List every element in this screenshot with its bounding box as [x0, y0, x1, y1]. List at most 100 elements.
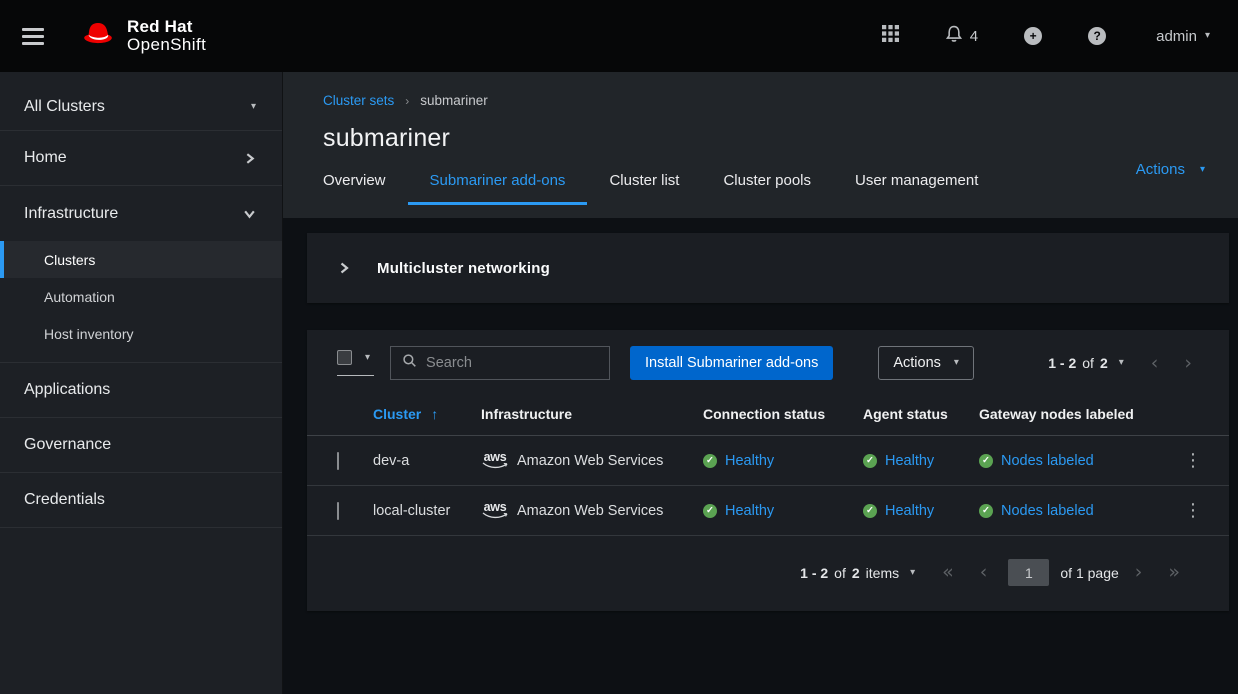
tab-user-management[interactable]: User management [833, 172, 1000, 205]
app-launcher-grid-icon [882, 25, 899, 47]
pagination-range: 1 - 2 [1048, 355, 1076, 371]
gateway-nodes-link[interactable]: Nodes labeled [1001, 503, 1094, 519]
create-resource-button[interactable]: + [1018, 21, 1048, 51]
cluster-name: local-cluster [373, 503, 450, 519]
next-page-icon[interactable]: › [1171, 354, 1205, 373]
sidebar-nav: All Clusters ▾ Home Infrastructure Clust… [0, 72, 283, 694]
page-actions-dropdown[interactable]: Actions ▾ [1136, 161, 1205, 178]
submariner-addons-card: ▾ Install Submariner add-ons Actions ▾ [307, 330, 1229, 611]
sidebar-item-governance[interactable]: Governance [0, 418, 282, 473]
masthead: Red Hat OpenShift 4 [0, 0, 1238, 72]
infrastructure-subnav: Clusters Automation Host inventory [0, 241, 282, 363]
table-row: dev-a aws Amazon Web Services [307, 436, 1229, 486]
sidebar-item-label: Credentials [24, 491, 105, 509]
redhat-openshift-logo: Red Hat OpenShift [78, 18, 206, 54]
user-menu-dropdown[interactable]: admin ▾ [1156, 28, 1210, 45]
multicluster-networking-expandable[interactable]: Multicluster networking [307, 233, 1229, 303]
sidebar-item-home[interactable]: Home [0, 131, 282, 186]
agent-status-link[interactable]: Healthy [885, 453, 934, 469]
last-page-icon[interactable]: » [1155, 563, 1193, 582]
infrastructure-provider: Amazon Web Services [517, 453, 663, 469]
pagination-of-label: of [834, 565, 846, 581]
help-button[interactable]: ? [1082, 21, 1112, 51]
user-menu-label: admin [1156, 28, 1197, 45]
breadcrumb: Cluster sets › submariner [323, 93, 1238, 108]
select-all-checkbox[interactable] [337, 350, 352, 365]
search-input[interactable] [426, 355, 613, 371]
sidebar-item-clusters[interactable]: Clusters [0, 241, 282, 278]
next-page-icon[interactable]: › [1122, 563, 1156, 582]
aws-logo-icon: aws [481, 502, 509, 519]
caret-down-icon: ▾ [1200, 165, 1205, 175]
plus-circle-icon: + [1024, 27, 1042, 45]
healthy-check-icon: ✓ [703, 454, 717, 468]
caret-down-icon: ▾ [954, 358, 959, 368]
tab-cluster-list[interactable]: Cluster list [587, 172, 701, 205]
column-header-infrastructure: Infrastructure [481, 392, 703, 436]
healthy-check-icon: ✓ [863, 454, 877, 468]
aws-logo-icon: aws [481, 452, 509, 469]
bulk-select-dropdown[interactable]: ▾ [337, 350, 374, 376]
caret-down-icon[interactable]: ▾ [1119, 358, 1124, 368]
caret-down-icon[interactable]: ▾ [910, 568, 915, 578]
page-actions-label: Actions [1136, 161, 1185, 178]
sidebar-item-automation[interactable]: Automation [0, 278, 282, 315]
row-checkbox[interactable] [337, 502, 339, 520]
tab-bar: Overview Submariner add-ons Cluster list… [323, 172, 1238, 205]
nav-toggle-hamburger-icon[interactable] [18, 24, 48, 49]
breadcrumb-current: submariner [420, 93, 488, 108]
column-label: Connection status [703, 406, 825, 422]
gateway-nodes-link[interactable]: Nodes labeled [1001, 453, 1094, 469]
sidebar-item-host-inventory[interactable]: Host inventory [0, 315, 282, 352]
sidebar-item-applications[interactable]: Applications [0, 363, 282, 418]
install-submariner-addons-button[interactable]: Install Submariner add-ons [630, 346, 833, 380]
pagination-total: 2 [1100, 355, 1108, 371]
chevron-down-icon [243, 207, 256, 220]
cluster-scope-selector[interactable]: All Clusters ▾ [0, 84, 282, 131]
healthy-check-icon: ✓ [979, 504, 993, 518]
tab-cluster-pools[interactable]: Cluster pools [701, 172, 833, 205]
previous-page-icon[interactable]: ‹ [1138, 354, 1172, 373]
agent-status-link[interactable]: Healthy [885, 503, 934, 519]
sidebar-item-label: Home [24, 149, 67, 167]
main-area: Cluster sets › submariner submariner Act… [283, 72, 1238, 694]
pagination-of-label: of [1082, 355, 1094, 371]
row-kebab-menu-icon[interactable]: ⋮ [1165, 436, 1229, 486]
previous-page-icon[interactable]: ‹ [967, 563, 1001, 582]
question-circle-icon: ? [1088, 27, 1106, 45]
column-header-gateway-nodes: Gateway nodes labeled [979, 392, 1165, 436]
tab-submariner-add-ons[interactable]: Submariner add-ons [408, 172, 588, 205]
infrastructure-provider: Amazon Web Services [517, 503, 663, 519]
column-header-agent-status: Agent status [863, 392, 979, 436]
page-header: Cluster sets › submariner submariner Act… [283, 72, 1238, 218]
app-launcher-button[interactable] [876, 19, 905, 53]
tab-label: User management [855, 172, 978, 189]
chevron-right-icon [338, 261, 350, 275]
sidebar-item-label: Infrastructure [24, 205, 118, 223]
healthy-check-icon: ✓ [703, 504, 717, 518]
tab-overview[interactable]: Overview [323, 172, 408, 205]
sidebar-item-infrastructure[interactable]: Infrastructure [0, 186, 282, 241]
row-checkbox[interactable] [337, 452, 339, 470]
row-kebab-menu-icon[interactable]: ⋮ [1165, 486, 1229, 536]
column-header-connection-status: Connection status [703, 392, 863, 436]
current-page-input[interactable] [1008, 559, 1049, 586]
notification-count: 4 [970, 28, 978, 45]
breadcrumb-cluster-sets-link[interactable]: Cluster sets [323, 93, 394, 108]
column-header-cluster-sortable[interactable]: Cluster↑ [373, 392, 481, 436]
healthy-check-icon: ✓ [979, 454, 993, 468]
page-of-label: of 1 page [1060, 565, 1118, 581]
sidebar-item-label: Host inventory [44, 326, 133, 342]
table-actions-dropdown[interactable]: Actions ▾ [878, 346, 974, 380]
connection-status-link[interactable]: Healthy [725, 453, 774, 469]
bottom-pagination: 1 - 2 of 2 items ▾ « ‹ of 1 page › » [307, 536, 1229, 611]
submariner-addons-table: Cluster↑ Infrastructure Connection statu… [307, 392, 1229, 536]
column-label: Cluster [373, 406, 421, 422]
sidebar-item-credentials[interactable]: Credentials [0, 473, 282, 528]
notifications-button[interactable]: 4 [939, 19, 984, 54]
first-page-icon[interactable]: « [929, 563, 967, 582]
table-toolbar: ▾ Install Submariner add-ons Actions ▾ [307, 330, 1229, 392]
healthy-check-icon: ✓ [863, 504, 877, 518]
connection-status-link[interactable]: Healthy [725, 503, 774, 519]
search-icon [402, 353, 417, 373]
